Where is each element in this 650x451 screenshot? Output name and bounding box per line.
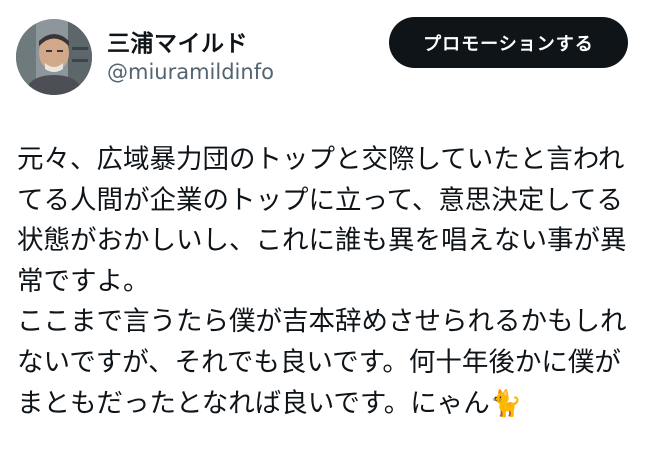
tweet-line-last: まともだったとなれば良いです。にゃん🐈 xyxy=(17,384,645,425)
promote-button[interactable]: プロモーションする xyxy=(389,17,628,68)
tweet-line: ここまで言うたら僕が吉本辞めさせられるかもしれ xyxy=(17,306,627,338)
tweet-text: 元々、広域暴力団のトップと交際していたと言われ てる人間が企業のトップに立って、… xyxy=(17,140,645,424)
avatar[interactable] xyxy=(16,19,92,95)
tweet-line: まともだったとなれば良いです。にゃん xyxy=(17,387,490,419)
tweet-line: てる人間が企業のトップに立って、意思決定してる xyxy=(17,184,624,216)
tweet-line: ないですが、それでも良いです。何十年後かに僕が xyxy=(17,346,621,378)
user-handle[interactable]: @miuramildinfo xyxy=(107,60,274,84)
tweet-line: 元々、広域暴力団のトップと交際していたと言われ xyxy=(17,144,625,175)
display-name[interactable]: 三浦マイルド xyxy=(107,24,248,58)
tweet-line: 常ですよ。 xyxy=(17,265,150,297)
cat-emoji-icon: 🐈 xyxy=(489,388,523,419)
tweet-line: 状態がおかしいし、これに誰も異を唱えない事が異 xyxy=(17,225,627,257)
avatar-photo xyxy=(16,19,92,95)
